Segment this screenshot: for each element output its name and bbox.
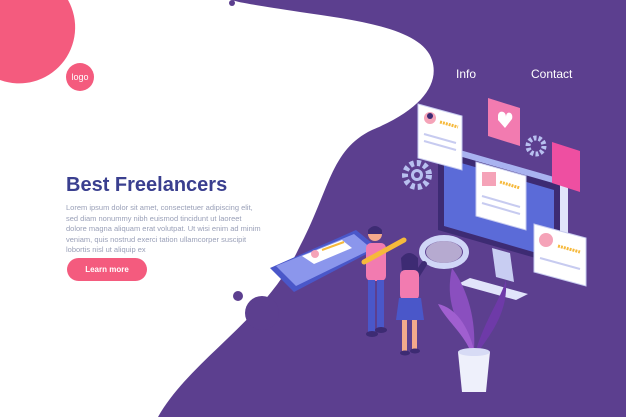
nav-home[interactable]: Home xyxy=(305,67,337,81)
blob-dot-large xyxy=(245,296,279,330)
nav-info[interactable]: Info xyxy=(456,67,476,81)
hero-description: Lorem ipsum dolor sit amet, consectetuer… xyxy=(66,203,261,254)
learn-more-button[interactable]: Learn more xyxy=(67,258,147,281)
blob-dot-tiny xyxy=(229,0,235,6)
pink-corner-circle xyxy=(0,0,76,84)
blob-dot-small xyxy=(233,291,243,301)
nav-contact[interactable]: Contact xyxy=(531,67,572,81)
nav-about[interactable]: About xyxy=(379,67,410,81)
logo[interactable]: logo xyxy=(66,63,94,91)
hero-title: Best Freelancers xyxy=(66,174,228,196)
